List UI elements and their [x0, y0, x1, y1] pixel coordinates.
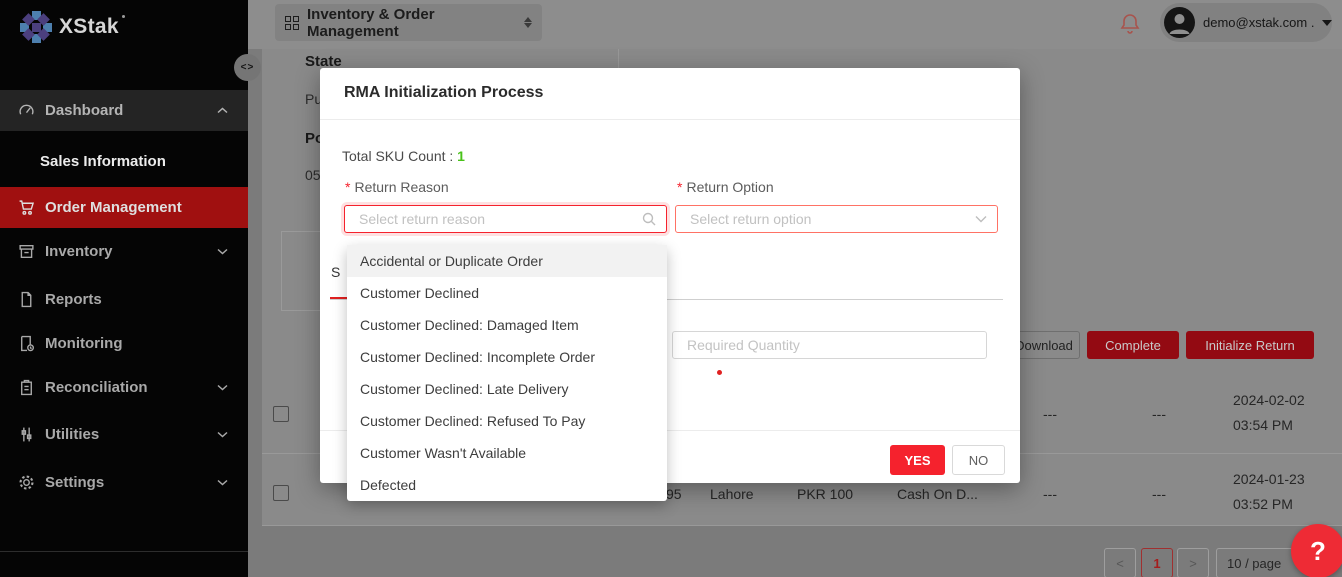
help-button[interactable]: ?: [1291, 524, 1342, 577]
row-checkbox[interactable]: [273, 406, 289, 422]
app-selector-label: Inventory & Order Management: [307, 6, 514, 40]
modal-title: RMA Initialization Process: [344, 84, 543, 102]
app-selector[interactable]: Inventory & Order Management: [275, 4, 542, 41]
sidebar-item-order-management[interactable]: Order Management: [0, 187, 248, 228]
sidebar-item-sales-information[interactable]: Sales Information: [0, 141, 248, 182]
notification-bell-icon[interactable]: [1120, 12, 1140, 36]
initialize-return-button[interactable]: Initialize Return: [1186, 331, 1314, 359]
row-cell: ---: [1043, 406, 1057, 422]
yes-button[interactable]: YES: [890, 445, 945, 475]
row-cell-id: 95: [666, 486, 682, 502]
row-cell-payment: Cash On D...: [897, 486, 978, 502]
file-sync-icon: [18, 335, 35, 352]
dropdown-option[interactable]: Accidental or Duplicate Order: [347, 245, 667, 277]
row-cell-date: 2024-01-23: [1233, 471, 1305, 487]
row-cell-amount: PKR 100: [797, 486, 853, 502]
sidebar-item-reconciliation[interactable]: Reconciliation: [0, 367, 248, 408]
row-cell: ---: [1152, 406, 1166, 422]
return-option-select[interactable]: Select return option: [675, 205, 998, 233]
pagination-next-button[interactable]: >: [1177, 548, 1209, 577]
clipboard-icon: [18, 379, 35, 396]
return-option-label: *Return Option: [677, 179, 774, 195]
row-cell: ---: [1043, 486, 1057, 502]
sliders-icon: [18, 426, 35, 443]
return-reason-placeholder: Select return reason: [359, 211, 642, 227]
logo-trademark-dot: [122, 15, 125, 18]
required-quantity-placeholder: Required Quantity: [687, 337, 800, 353]
chevron-down-icon: [217, 384, 228, 391]
sidebar: XStak Dashboard Sales Information: [0, 0, 248, 577]
return-reason-label: *Return Reason: [345, 179, 449, 195]
dropdown-option[interactable]: Customer Declined: Refused To Pay: [347, 405, 667, 437]
file-icon: [18, 291, 35, 308]
chevron-up-icon: [217, 107, 228, 114]
sidebar-item-reports[interactable]: Reports: [0, 279, 248, 320]
required-dot: [717, 370, 722, 375]
app-root: Inventory & Order Management demo@xstak.…: [0, 0, 1342, 577]
logo-text: XStak: [59, 15, 119, 39]
sidebar-item-inventory[interactable]: Inventory: [0, 231, 248, 272]
sidebar-item-utilities[interactable]: Utilities: [0, 414, 248, 455]
row-cell-time: 03:52 PM: [1233, 496, 1293, 512]
tab-label-fragment[interactable]: S: [331, 264, 340, 280]
row-cell-date: 2024-02-02: [1233, 392, 1305, 408]
store-box-icon: [18, 243, 35, 260]
dropdown-option[interactable]: Customer Wasn't Available: [347, 437, 667, 469]
sidebar-item-settings[interactable]: Settings: [0, 462, 248, 503]
sku-count-line: Total SKU Count : 1: [342, 148, 465, 164]
sku-count-label: Total SKU Count :: [342, 148, 457, 164]
topbar: Inventory & Order Management demo@xstak.…: [248, 0, 1342, 49]
complete-button[interactable]: Complete: [1087, 331, 1179, 359]
dropdown-option[interactable]: Customer Declined: Incomplete Order: [347, 341, 667, 373]
chevron-down-icon: [217, 479, 228, 486]
required-asterisk: *: [677, 179, 682, 195]
chevron-down-icon: [975, 215, 987, 223]
sidebar-divider: [0, 551, 248, 552]
caret-down-icon: [1322, 20, 1332, 26]
search-icon: [642, 212, 656, 226]
pagination-page-1[interactable]: 1: [1141, 548, 1173, 577]
dropdown-option[interactable]: Customer Declined: Damaged Item: [347, 309, 667, 341]
dropdown-option[interactable]: Defected: [347, 469, 667, 501]
logo: XStak: [20, 11, 125, 43]
gauge-icon: [18, 102, 35, 119]
pagination-prev-button[interactable]: <: [1104, 548, 1136, 577]
chevron-down-icon: [217, 248, 228, 255]
updown-arrows-icon: [524, 17, 532, 28]
row-checkbox[interactable]: [273, 485, 289, 501]
avatar: [1164, 7, 1195, 38]
required-asterisk: *: [345, 179, 350, 195]
no-button[interactable]: NO: [952, 445, 1005, 475]
return-reason-dropdown: Accidental or Duplicate Order Customer D…: [347, 245, 667, 501]
chevron-down-icon: [217, 431, 228, 438]
return-reason-select[interactable]: Select return reason: [344, 205, 667, 233]
return-option-placeholder: Select return option: [690, 211, 975, 227]
row-cell: ---: [1152, 486, 1166, 502]
user-email: demo@xstak.com .: [1203, 15, 1314, 30]
sidebar-collapse-button[interactable]: <>: [234, 54, 261, 81]
modal-header: RMA Initialization Process: [320, 68, 1020, 120]
sidebar-item-dashboard[interactable]: Dashboard: [0, 90, 248, 131]
xstak-logo-icon: [20, 11, 52, 43]
sku-count-value: 1: [457, 148, 465, 164]
required-quantity-input[interactable]: Required Quantity: [672, 331, 987, 359]
cart-icon: [18, 199, 35, 216]
user-menu[interactable]: demo@xstak.com .: [1160, 3, 1332, 42]
apps-grid-icon: [285, 16, 299, 30]
bg-po-value: 05: [305, 167, 321, 183]
dropdown-option[interactable]: Customer Declined: Late Delivery: [347, 373, 667, 405]
row-cell-time: 03:54 PM: [1233, 417, 1293, 433]
gear-icon: [18, 474, 35, 491]
dropdown-option[interactable]: Customer Declined: [347, 277, 667, 309]
sidebar-item-monitoring[interactable]: Monitoring: [0, 323, 248, 364]
row-cell-city: Lahore: [710, 486, 754, 502]
